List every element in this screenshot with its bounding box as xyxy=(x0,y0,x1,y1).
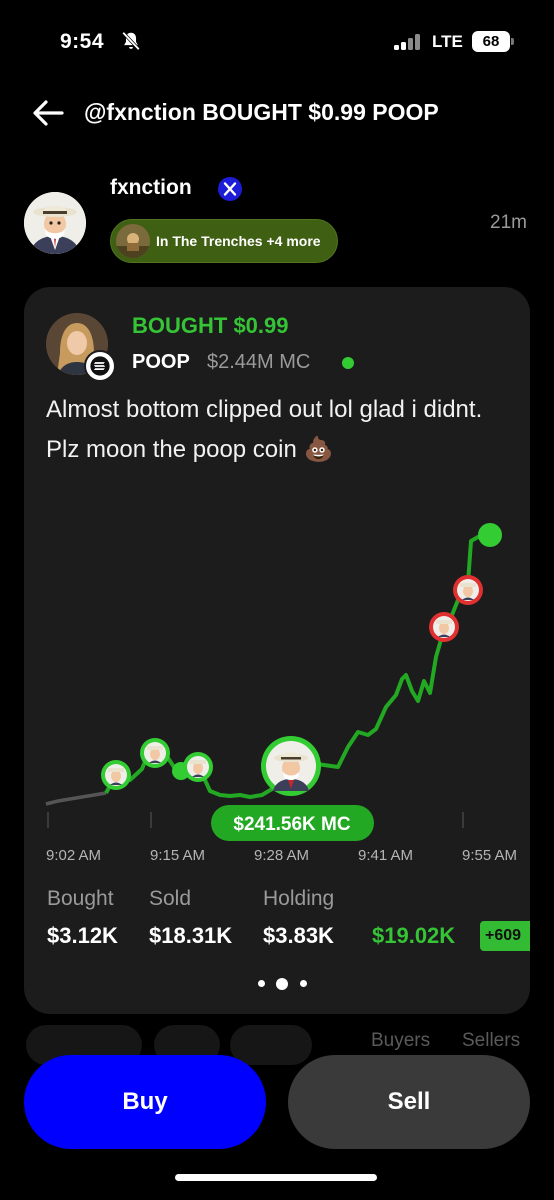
network-type: LTE xyxy=(432,32,463,51)
buy-button[interactable]: Buy xyxy=(24,1055,266,1149)
x-tick-label: 9:41 AM xyxy=(358,847,413,864)
x-tick-label: 9:15 AM xyxy=(150,847,205,864)
trade-card[interactable]: BOUGHT $0.99 POOP $2.44M MC Almost botto… xyxy=(24,287,530,1014)
stat-value: $3.83K xyxy=(263,923,334,948)
tab-buyers[interactable]: Buyers xyxy=(371,1030,430,1052)
status-time: 9:54 xyxy=(60,30,105,53)
bell-off-icon xyxy=(122,31,140,51)
x-verified-icon xyxy=(218,177,242,201)
pnl-percent-badge: +609 xyxy=(480,921,530,951)
cartoon-avatar-icon xyxy=(24,192,86,254)
page-dot[interactable] xyxy=(258,980,265,987)
post-age: 21m xyxy=(490,212,527,233)
x-tick-label: 9:28 AM xyxy=(254,847,309,864)
sell-button[interactable]: Sell xyxy=(288,1055,530,1149)
group-image-icon xyxy=(116,224,150,258)
buy-marker[interactable] xyxy=(183,752,213,782)
buy-marker[interactable] xyxy=(140,738,170,768)
stat-value: $3.12K xyxy=(47,923,118,948)
page-dot[interactable] xyxy=(300,980,307,987)
group-thumbnail xyxy=(116,224,150,258)
x-tick-label: 9:55 AM xyxy=(462,847,517,864)
group-label: In The Trenches +4 more xyxy=(156,233,321,249)
page-dot-active[interactable] xyxy=(276,978,288,990)
chart-line-pre-entry xyxy=(45,791,107,806)
current-price-dot[interactable] xyxy=(478,523,502,547)
poster-name[interactable]: fxnction xyxy=(110,176,192,200)
battery-icon: 68 xyxy=(472,31,510,52)
sell-marker[interactable] xyxy=(429,612,459,642)
tab-sellers[interactable]: Sellers xyxy=(462,1030,520,1052)
poster-avatar[interactable] xyxy=(24,192,86,254)
battery-tip xyxy=(511,38,514,45)
x-tick-label: 9:02 AM xyxy=(46,847,101,864)
stat-label: Sold xyxy=(149,887,192,910)
carousel-pagination[interactable] xyxy=(256,977,316,991)
page-title: @fxnction BOUGHT $0.99 POOP xyxy=(84,99,439,125)
buy-marker[interactable] xyxy=(101,760,131,790)
cellular-signal-icon xyxy=(394,34,424,50)
stat-label: Holding xyxy=(263,887,335,910)
pnl-value: $19.02K xyxy=(372,923,456,948)
back-arrow-icon[interactable] xyxy=(32,98,64,128)
home-indicator[interactable] xyxy=(175,1174,377,1181)
group-pill[interactable]: In The Trenches +4 more xyxy=(110,219,338,263)
mc-callout: $241.56K MC xyxy=(233,814,351,835)
sell-marker[interactable] xyxy=(453,575,483,605)
stat-value: $18.31K xyxy=(149,923,233,948)
stat-label: Bought xyxy=(47,887,114,910)
main-buy-marker[interactable] xyxy=(261,736,321,796)
faint-chip xyxy=(230,1025,312,1065)
